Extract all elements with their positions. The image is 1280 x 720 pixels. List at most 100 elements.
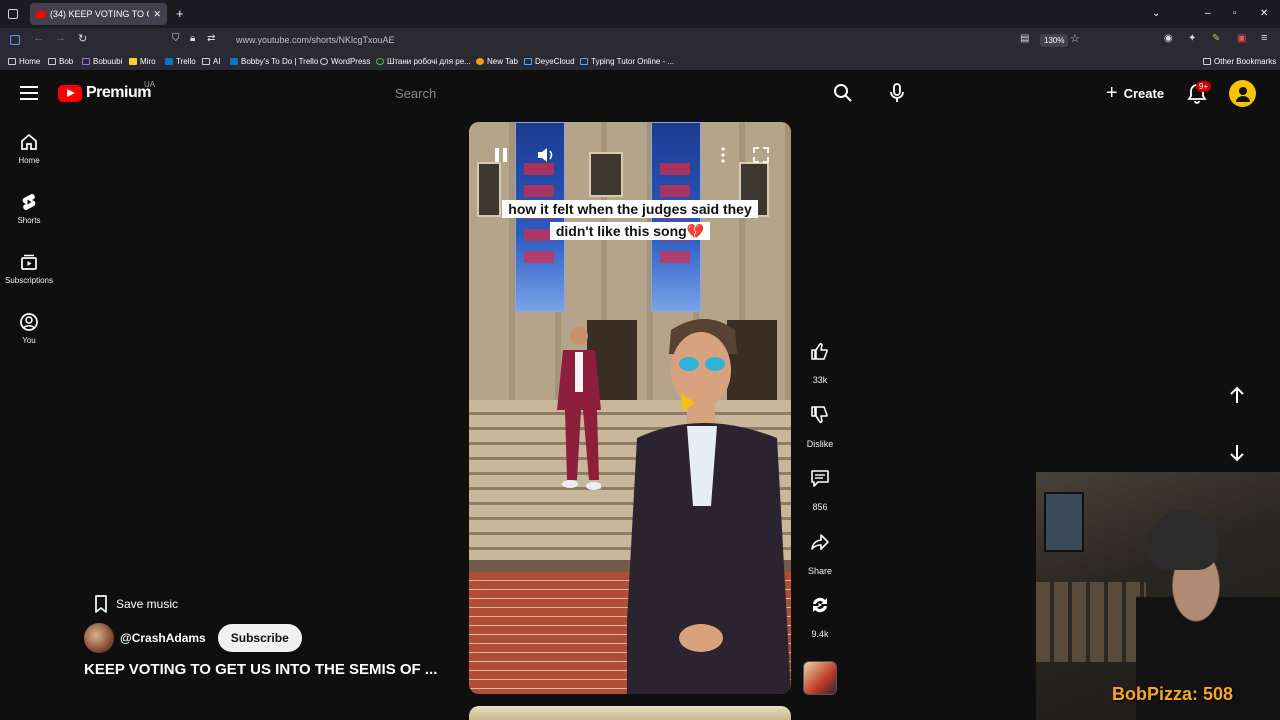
video-person-background [557,327,601,490]
extension-icon-2[interactable]: ✎ [1212,33,1220,44]
channel-avatar[interactable] [84,623,114,653]
sidebar-item-label: Home [18,156,40,165]
tab-overflow-chevron-icon[interactable]: ⌄ [1152,8,1160,19]
bookmark-typing-tutor[interactable]: Typing Tutor Online - ... [580,57,674,66]
bookmark-trello[interactable]: Trello [165,57,196,66]
maximize-icon[interactable]: ▫ [1233,8,1237,19]
like-button[interactable]: 33k [802,333,838,385]
guide-menu-icon[interactable] [20,86,38,100]
voice-search-button[interactable] [880,76,914,110]
shorts-video-player[interactable]: how it felt when the judges said they di… [469,122,791,694]
bookmark-deyecloud[interactable]: DeyeCloud [524,57,575,66]
bookmark-new-tab[interactable]: New Tab [476,57,518,66]
shield-icon[interactable]: ⛉ [172,33,180,44]
more-vertical-icon [721,147,725,163]
you-icon [20,313,38,331]
sidebar-toggle-icon[interactable] [10,35,20,45]
tab-title: (34) KEEP VOTING TO GET U [50,9,149,19]
shorts-icon [22,193,36,211]
arrow-up-icon [1230,386,1244,403]
bookmark-label: Bobby's To Do | Trello [241,57,319,66]
pause-button[interactable] [490,144,512,166]
webcam-scene-shelf [1036,582,1146,662]
folder-icon [8,58,16,65]
video-person-foreground [627,319,791,694]
like-count: 33k [812,375,828,385]
sidebar-item-label: Subscriptions [4,276,54,285]
reader-view-icon[interactable]: ▤ [1020,33,1029,44]
reload-icon[interactable]: ↻ [78,32,87,45]
bookmark-bobuubi[interactable]: Bobuubi [82,57,122,66]
miro-icon [129,58,137,65]
extensions-puzzle-icon[interactable]: ✦ [1188,33,1196,44]
sidebar-item-home[interactable]: Home [0,132,58,165]
volume-button[interactable] [535,144,557,166]
extension-icon[interactable]: ◉ [1164,33,1173,44]
browser-tab-active[interactable]: (34) KEEP VOTING TO GET U ✕ [30,3,167,25]
forward-icon[interactable]: → [55,32,66,44]
audio-track-thumbnail[interactable] [803,661,837,695]
new-tab-icon[interactable]: + [176,6,184,21]
close-window-icon[interactable]: ✕ [1260,8,1268,19]
previous-short-button[interactable] [1216,374,1258,416]
next-short-button[interactable] [1216,432,1258,474]
tab-list-icon[interactable] [8,9,18,19]
trello-icon [230,58,238,65]
folder-icon [1203,58,1211,65]
bookmark-label: Home [19,57,41,66]
video-caption-text: how it felt when the judges said they di… [502,200,758,240]
save-music-button[interactable]: Save music [86,590,186,618]
permissions-icon[interactable]: ⇄ [207,33,215,44]
like-icon-wrap [802,333,838,369]
back-icon[interactable]: ← [33,32,44,44]
sidebar-item-you[interactable]: You [0,312,58,345]
share-icon-wrap [802,524,838,560]
bookmark-home[interactable]: Home [8,57,40,66]
bookmark-label: Trello [176,57,196,66]
bookmark-wordpress[interactable]: WordPress [320,57,370,66]
logo-region: UA [144,80,156,89]
youtube-play-icon [58,84,82,102]
next-short-preview[interactable] [469,706,791,720]
bookmark-bob[interactable]: Bob [48,57,73,66]
comments-button[interactable]: 856 [802,460,838,512]
comments-icon-wrap [802,460,838,496]
search-input[interactable]: Search [380,76,818,110]
lock-icon[interactable]: 🔒︎ [190,33,195,44]
account-avatar[interactable] [1229,80,1256,107]
extension-icon-3[interactable]: ▣ [1237,33,1246,44]
search-button[interactable] [818,76,868,110]
expand-icon [753,147,769,163]
bookmarks-bar: Home Bob Bobuubi Miro Trello AI Bobby's … [0,52,1280,71]
other-bookmarks[interactable]: Other Bookmarks [1203,57,1276,66]
minimize-icon[interactable]: – [1205,8,1211,19]
url-field[interactable]: www.youtube.com/shorts/NKlcgTxouAE [236,35,395,45]
sidebar-item-subscriptions[interactable]: Subscriptions [0,252,58,285]
bookmark-miro[interactable]: Miro [129,57,156,66]
home-icon [21,133,37,150]
bookmark-bobbys-todo[interactable]: Bobby's To Do | Trello [230,57,318,66]
zoom-level[interactable]: 130% [1040,34,1069,47]
user-silhouette-icon [1235,86,1250,102]
fullscreen-button[interactable] [750,144,772,166]
browser-menu-icon[interactable]: ≡ [1261,32,1267,44]
video-more-options-button[interactable] [712,144,734,166]
share-button[interactable]: Share [802,524,838,576]
bookmark-ai[interactable]: AI [202,57,221,66]
sidebar-item-label: Shorts [17,216,41,225]
sidebar-item-shorts[interactable]: Shorts [0,192,58,225]
bookmark-shtany[interactable]: Штани робочі для ре... [376,57,471,66]
wordpress-icon [320,58,328,65]
close-tab-icon[interactable]: ✕ [153,9,161,20]
create-button[interactable]: + Create [1095,78,1175,108]
dislike-button[interactable]: Dislike [802,397,838,449]
video-title[interactable]: KEEP VOTING TO GET US INTO THE SEMIS OF … [84,661,437,678]
remix-icon-wrap [802,587,838,623]
channel-row: @CrashAdams Subscribe [84,623,302,653]
bookmark-label: AI [213,57,221,66]
remix-button[interactable]: 9.4k [802,587,838,639]
youtube-logo[interactable]: Premium [58,84,151,102]
bookmark-star-icon[interactable]: ☆ [1070,32,1080,45]
channel-handle[interactable]: @CrashAdams [120,631,206,645]
subscribe-button[interactable]: Subscribe [217,624,302,652]
